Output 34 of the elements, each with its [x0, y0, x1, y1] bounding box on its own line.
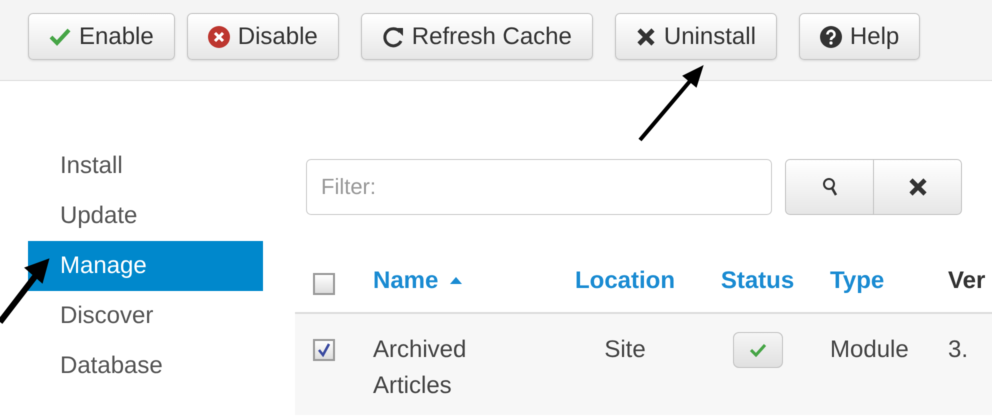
sidebar-item[interactable]: Install: [28, 141, 263, 191]
toolbar-button[interactable]: Help: [798, 13, 920, 60]
arrow-icon: [636, 64, 706, 144]
filter-field[interactable]: Filter:: [306, 159, 772, 215]
error-icon: [208, 26, 230, 48]
toolbar-button[interactable]: Disable: [186, 13, 339, 60]
refresh-icon: [382, 24, 404, 48]
table-cell-text: Site: [604, 335, 646, 365]
column-header[interactable]: Ver: [948, 266, 986, 294]
toolbar-button[interactable]: Enable: [28, 13, 175, 60]
sidebar-item[interactable]: Database: [28, 341, 263, 391]
close-icon: [636, 26, 656, 46]
toolbar-button[interactable]: Uninstall: [614, 13, 777, 60]
select-all-checkbox[interactable]: [313, 273, 335, 295]
table-cell-text: Module: [830, 335, 909, 365]
close-icon: [908, 177, 928, 197]
column-header[interactable]: Location: [575, 266, 675, 294]
sidebar-item[interactable]: Update: [28, 191, 263, 241]
checkmark-icon: [317, 343, 331, 357]
status-toggle[interactable]: [732, 332, 782, 368]
column-header[interactable]: Status: [720, 266, 794, 294]
sidebar-item[interactable]: Discover: [28, 291, 263, 341]
help-icon: [820, 26, 842, 48]
check-icon: [750, 344, 766, 356]
column-header[interactable]: Type: [830, 266, 884, 294]
table-cell-text: 3.: [948, 335, 968, 365]
column-header[interactable]: Name: [373, 266, 462, 294]
row-checkbox[interactable]: [313, 339, 335, 361]
toolbar-button[interactable]: Refresh Cache: [360, 13, 593, 60]
table-cell-text: Archived Articles: [373, 335, 468, 401]
clear-button[interactable]: [873, 159, 962, 215]
check-icon: [49, 28, 71, 46]
search-icon: [822, 177, 838, 197]
sidebar-item[interactable]: Manage: [28, 241, 263, 291]
